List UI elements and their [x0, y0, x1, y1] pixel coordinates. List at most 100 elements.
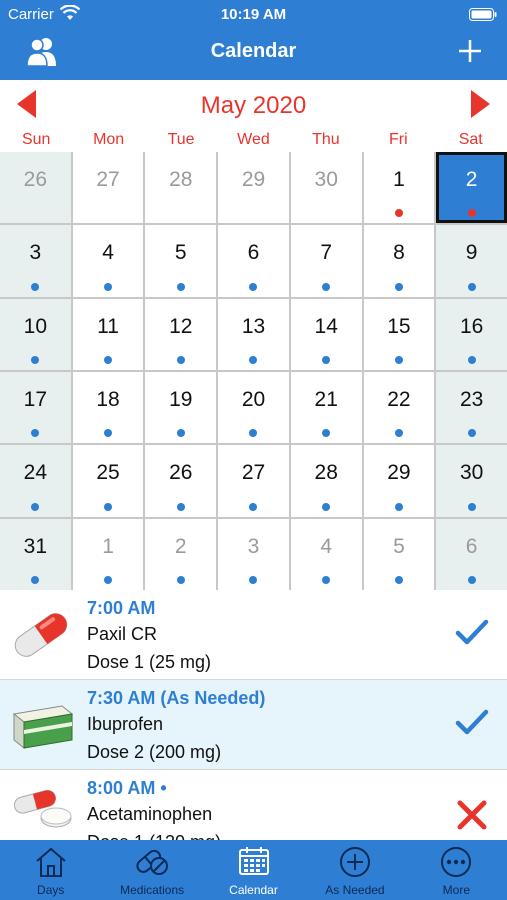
scheduled-dose-dot [176, 282, 185, 291]
calendar-day-cell[interactable]: 28 [145, 152, 217, 224]
day-number: 27 [241, 461, 266, 485]
calendar-day-cell[interactable]: 20 [218, 372, 289, 444]
checkmark-icon[interactable] [455, 708, 489, 738]
day-number: 26 [23, 168, 48, 191]
day-number: 27 [96, 168, 120, 191]
plus-circle-icon [339, 847, 370, 877]
medication-name: Paxil CR [87, 624, 158, 644]
calendar-day-cell[interactable]: 12 [145, 298, 217, 370]
calendar-day-cell[interactable]: 14 [290, 298, 362, 370]
tab-label: Calendar [229, 883, 278, 897]
calendar-day-cell[interactable]: 5 [145, 225, 217, 297]
checkmark-icon[interactable] [455, 618, 489, 648]
calendar-day-cell[interactable]: 31 [0, 518, 71, 590]
day-number: 7 [320, 241, 333, 265]
calendar-day-cell[interactable]: 6 [436, 518, 507, 590]
dose-time: 7:30 AM (As Needed) [87, 688, 266, 708]
scheduled-dose-dot [31, 282, 40, 291]
calendar-day-cell[interactable]: 25 [72, 445, 144, 517]
weekday-label: Mon [93, 131, 125, 148]
calendar-day-cell[interactable]: 26 [0, 152, 71, 224]
calendar-day-cell[interactable]: 4 [290, 518, 362, 590]
scheduled-dose-dot [394, 282, 403, 291]
calendar-day-cell[interactable]: 30 [290, 152, 362, 224]
calendar-day-cell[interactable]: 13 [218, 298, 289, 370]
dose-detail: Dose 1 (120 mg) [87, 832, 221, 840]
calendar-day-cell[interactable]: 2 [436, 152, 507, 224]
calendar-day-cell[interactable]: 5 [363, 518, 435, 590]
scheduled-dose-dot [104, 355, 113, 364]
calendar-day-cell[interactable]: 24 [0, 445, 71, 517]
scheduled-dose-dot [467, 282, 476, 291]
calendar-day-cell[interactable]: 27 [218, 445, 289, 517]
calendar-day-cell[interactable]: 23 [436, 372, 507, 444]
tab-calendar[interactable]: Calendar [203, 840, 304, 900]
scheduled-dose-dot [467, 502, 476, 511]
calendar-day-cell[interactable]: 3 [218, 518, 289, 590]
calendar-day-cell[interactable]: 29 [218, 152, 289, 224]
tab-as-needed[interactable]: As Needed [304, 840, 405, 900]
calendar-day-cell[interactable]: 29 [363, 445, 435, 517]
day-number: 28 [169, 168, 193, 191]
scheduled-dose-dot [249, 575, 258, 584]
status-time: 10:19 AM [220, 6, 287, 23]
day-number: 6 [247, 241, 260, 265]
calendar-day-cell[interactable]: 10 [0, 298, 71, 370]
scheduled-dose-dot [249, 355, 258, 364]
day-number: 1 [102, 534, 114, 558]
day-number: 15 [387, 314, 411, 338]
month-header: May 2020 [0, 80, 507, 128]
calendar-day-cell[interactable]: 1 [363, 152, 435, 224]
tab-medications[interactable]: Medications [101, 840, 202, 900]
scheduled-dose-dot [31, 575, 40, 584]
calendar-day-cell[interactable]: 18 [72, 372, 144, 444]
day-number: 2 [465, 168, 478, 191]
calendar-day-cell[interactable]: 7 [290, 225, 362, 297]
calendar-day-cell[interactable]: 21 [290, 372, 362, 444]
tab-label: More [442, 883, 470, 897]
tab-more[interactable]: More [406, 840, 507, 900]
calendar-day-cell[interactable]: 3 [0, 225, 71, 297]
add-button[interactable] [457, 38, 483, 69]
calendar-day-cell[interactable]: 17 [0, 372, 71, 444]
calendar-day-cell[interactable]: 27 [72, 152, 144, 224]
calendar-day-cell[interactable]: 1 [72, 518, 144, 590]
scheduled-dose-dot [467, 355, 476, 364]
scheduled-dose-dot [31, 355, 40, 364]
day-number: 1 [393, 168, 405, 191]
scheduled-dose-dot [104, 575, 113, 584]
calendar-day-cell[interactable]: 19 [145, 372, 217, 444]
calendar-day-cell[interactable]: 16 [436, 298, 507, 370]
dose-row[interactable]: 8:00 AM • Acetaminophen Dose 1 (120 mg) [0, 770, 507, 840]
cross-icon[interactable] [455, 798, 489, 832]
day-number: 18 [96, 388, 120, 411]
more-icon [441, 847, 472, 877]
tab-label: Days [37, 883, 65, 897]
tab-label: As Needed [325, 883, 385, 897]
weekday-label: Fri [388, 131, 408, 148]
tab-bar: Days Medications Calendar As Needed More [0, 840, 507, 900]
calendar-day-cell[interactable]: 9 [436, 225, 507, 297]
calendar-day-cell[interactable]: 4 [72, 225, 144, 297]
calendar-icon [238, 847, 269, 875]
calendar-day-cell[interactable]: 2 [145, 518, 217, 590]
calendar-day-cell[interactable]: 30 [436, 445, 507, 517]
dose-list: 7:00 AM Paxil CR Dose 1 (25 mg) 7:30 AM … [0, 590, 507, 840]
calendar-day-cell[interactable]: 28 [290, 445, 362, 517]
scheduled-dose-dot [31, 429, 40, 438]
calendar-day-cell[interactable]: 22 [363, 372, 435, 444]
calendar-day-cell[interactable]: 26 [145, 445, 217, 517]
tab-days[interactable]: Days [0, 840, 101, 900]
dose-row[interactable]: 7:00 AM Paxil CR Dose 1 (25 mg) [0, 590, 507, 680]
calendar-day-cell[interactable]: 15 [363, 298, 435, 370]
next-month-button[interactable] [469, 88, 493, 125]
day-number: 30 [459, 461, 484, 485]
calendar-day-cell[interactable]: 6 [218, 225, 289, 297]
calendar-day-cell[interactable]: 11 [72, 298, 144, 370]
dose-row[interactable]: 7:30 AM (As Needed) Ibuprofen Dose 2 (20… [0, 680, 507, 770]
day-number: 16 [459, 314, 484, 338]
calendar-day-cell[interactable]: 8 [363, 225, 435, 297]
day-number: 30 [314, 168, 338, 191]
day-number: 22 [387, 388, 411, 411]
page-title: Calendar [210, 40, 297, 62]
